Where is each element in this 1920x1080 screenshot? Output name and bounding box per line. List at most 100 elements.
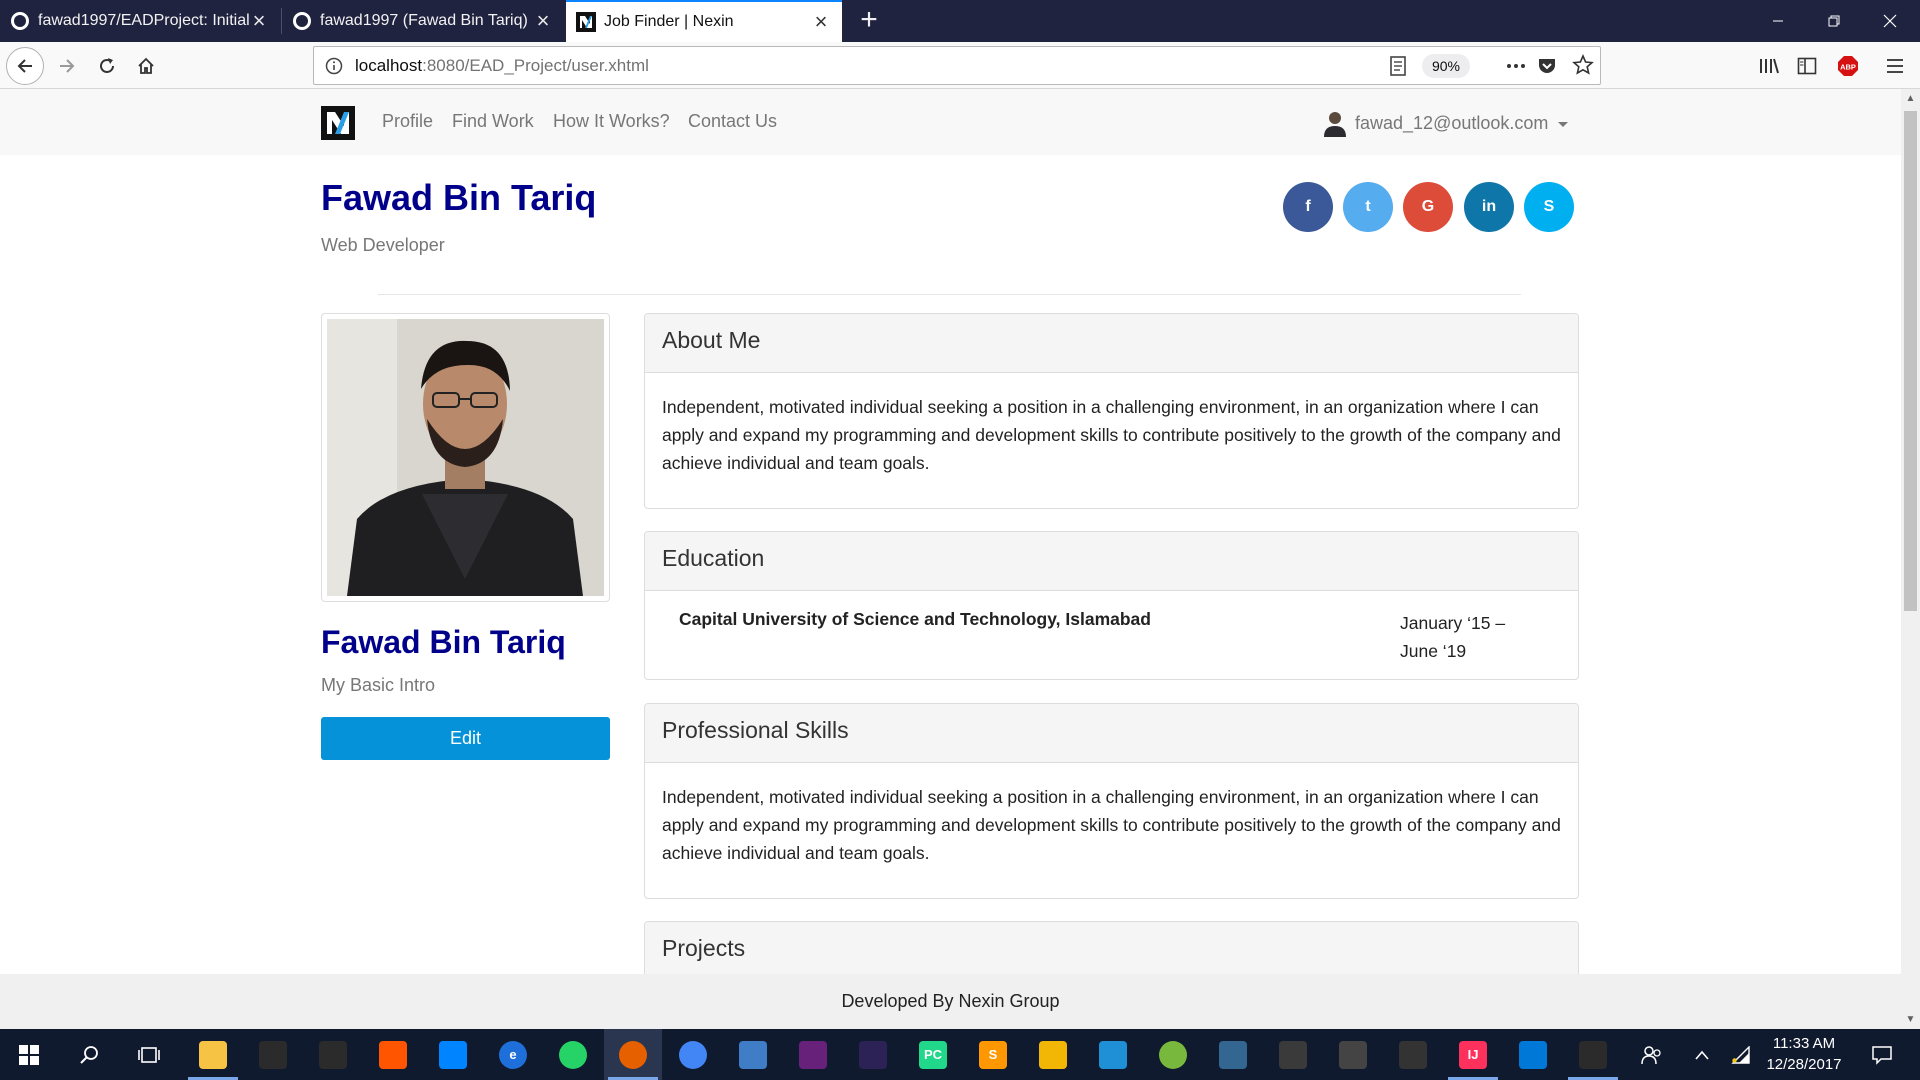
taskbar-app-messenger[interactable] [424,1029,482,1080]
url-text[interactable]: localhost:8080/EAD_Project/user.xhtml [355,56,649,76]
tab-title: fawad1997 (Fawad Bin Tariq) [320,12,528,29]
people-button[interactable] [1630,1029,1674,1080]
settings-icon [1579,1040,1607,1069]
task-view-button[interactable] [120,1029,178,1080]
close-tab-icon[interactable]: × [250,10,268,32]
minimize-window-button[interactable] [1750,0,1806,42]
taskbar-app-intellij[interactable]: IJ [1444,1029,1502,1080]
nav-link-contact-us[interactable]: Contact Us [688,111,777,132]
taskbar-app-edge[interactable]: e [484,1029,542,1080]
taskbar-app-whatsapp[interactable] [544,1029,602,1080]
info-icon[interactable] [324,56,344,76]
facebook-button[interactable]: f [1283,182,1333,232]
new-tab-button[interactable]: + [852,4,886,38]
menu-button[interactable] [1880,51,1910,81]
whatsapp-icon [559,1040,587,1069]
taskbar-app-virtualbox[interactable] [724,1029,782,1080]
forward-button[interactable] [52,51,82,81]
tab-title: fawad1997/EADProject: Initial C [38,12,250,29]
scroll-thumb[interactable] [1904,111,1917,611]
footer-text: Developed By Nexin Group [841,991,1060,1011]
nav-link-profile[interactable]: Profile [382,111,433,132]
windows-logo-icon [19,1044,39,1065]
education-dates: January ‘15 – June ‘19 [1400,613,1506,661]
scroll-up-icon[interactable]: ▲ [1905,93,1916,104]
about-me-text: Independent, motivated individual seekin… [662,397,1561,473]
nexin-logo[interactable] [321,106,355,140]
sidebar-intro: My Basic Intro [321,675,436,695]
taskbar-app-store[interactable] [244,1029,302,1080]
library-button[interactable] [1754,51,1784,81]
zoom-level-badge[interactable]: 90% [1422,54,1470,78]
taskbar-app-file-explorer[interactable] [184,1029,242,1080]
taskbar-app-soundcloud[interactable] [364,1029,422,1080]
taskbar-app-git-app[interactable] [1264,1029,1322,1080]
snip-app-icon [1519,1040,1547,1069]
restore-window-button[interactable] [1806,0,1862,42]
taskbar-app-utorrent[interactable] [1144,1029,1202,1080]
close-tab-icon[interactable]: × [812,11,830,33]
google-button[interactable]: G [1403,182,1453,232]
education-school: Capital University of Science and Techno… [679,609,1151,629]
user-menu-dropdown[interactable]: fawad_12@outlook.com [1322,109,1569,137]
taskbar-app-visual-studio[interactable] [784,1029,842,1080]
taskbar-app-sublime[interactable]: S [964,1029,1022,1080]
reader-view-icon[interactable] [1388,55,1408,77]
action-center-button[interactable] [1858,1029,1906,1080]
minimize-icon [1773,20,1783,22]
panel-heading: About Me [645,314,1578,373]
system-clock[interactable]: 11:33 AM 12/28/2017 [1762,1033,1846,1075]
page-scrollbar[interactable]: ▲ ▼ [1901,89,1920,1029]
panel-heading: Professional Skills [645,704,1578,763]
taskbar-app-snip-app[interactable] [1504,1029,1562,1080]
taskbar-app-firefox[interactable] [604,1029,662,1080]
app-blue-icon [1099,1040,1127,1069]
notifications-icon [1872,1045,1892,1065]
skype-button[interactable]: S [1524,182,1574,232]
browser-tab-github-profile[interactable]: fawad1997 (Fawad Bin Tariq) × [282,0,564,42]
twitter-button[interactable]: t [1343,182,1393,232]
wifi-icon [1731,1045,1750,1064]
taskbar-app-app-yellow[interactable] [1024,1029,1082,1080]
browser-tab-github-project[interactable]: fawad1997/EADProject: Initial C × [0,0,280,42]
utorrent-icon [1159,1040,1187,1069]
back-button[interactable] [6,47,44,85]
address-bar[interactable]: localhost:8080/EAD_Project/user.xhtml 90… [313,46,1601,85]
nav-link-how-it-works[interactable]: How It Works? [553,111,670,132]
taskbar-app-app-blue[interactable] [1084,1029,1142,1080]
taskbar-app-mail[interactable] [304,1029,362,1080]
taskbar-app-tools-app[interactable] [1324,1029,1382,1080]
caret-down-icon [1558,121,1569,127]
show-hidden-icons-button[interactable] [1684,1029,1720,1080]
app-yellow-icon [1039,1040,1067,1069]
pocket-icon[interactable] [1536,55,1558,77]
taskbar-app-postgres[interactable] [1204,1029,1262,1080]
edit-button[interactable]: Edit [321,717,610,760]
taskbar-app-settings[interactable] [1564,1029,1622,1080]
close-window-button[interactable] [1862,0,1918,42]
taskbar-app-pycharm[interactable]: PC [904,1029,962,1080]
eclipse-icon [859,1040,887,1069]
search-button[interactable] [60,1029,118,1080]
page-actions-more-icon[interactable] [1504,55,1528,77]
linkedin-button[interactable]: in [1464,182,1514,232]
profile-header-title: Web Developer [321,235,445,255]
intellij-icon: IJ [1459,1040,1487,1069]
adblock-plus-icon: ABP [1838,56,1858,76]
taskbar-app-eclipse[interactable] [844,1029,902,1080]
browser-tab-job-finder[interactable]: Job Finder | Nexin × [566,0,842,42]
taskbar-app-chrome[interactable] [664,1029,722,1080]
nav-link-find-work[interactable]: Find Work [452,111,534,132]
start-button[interactable] [0,1029,58,1080]
taskbar-app-speed-app[interactable] [1384,1029,1442,1080]
home-button[interactable] [131,51,161,81]
close-tab-icon[interactable]: × [534,10,552,32]
reload-button[interactable] [92,51,122,81]
bookmark-star-icon[interactable] [1572,54,1594,76]
sidebar-toggle-button[interactable] [1792,51,1822,81]
professional-skills-text: Independent, motivated individual seekin… [662,787,1561,863]
scroll-down-icon[interactable]: ▼ [1905,1014,1916,1025]
network-button[interactable] [1724,1029,1760,1080]
adblock-plus-button[interactable]: ABP [1833,51,1863,81]
back-arrow-icon [17,59,32,73]
